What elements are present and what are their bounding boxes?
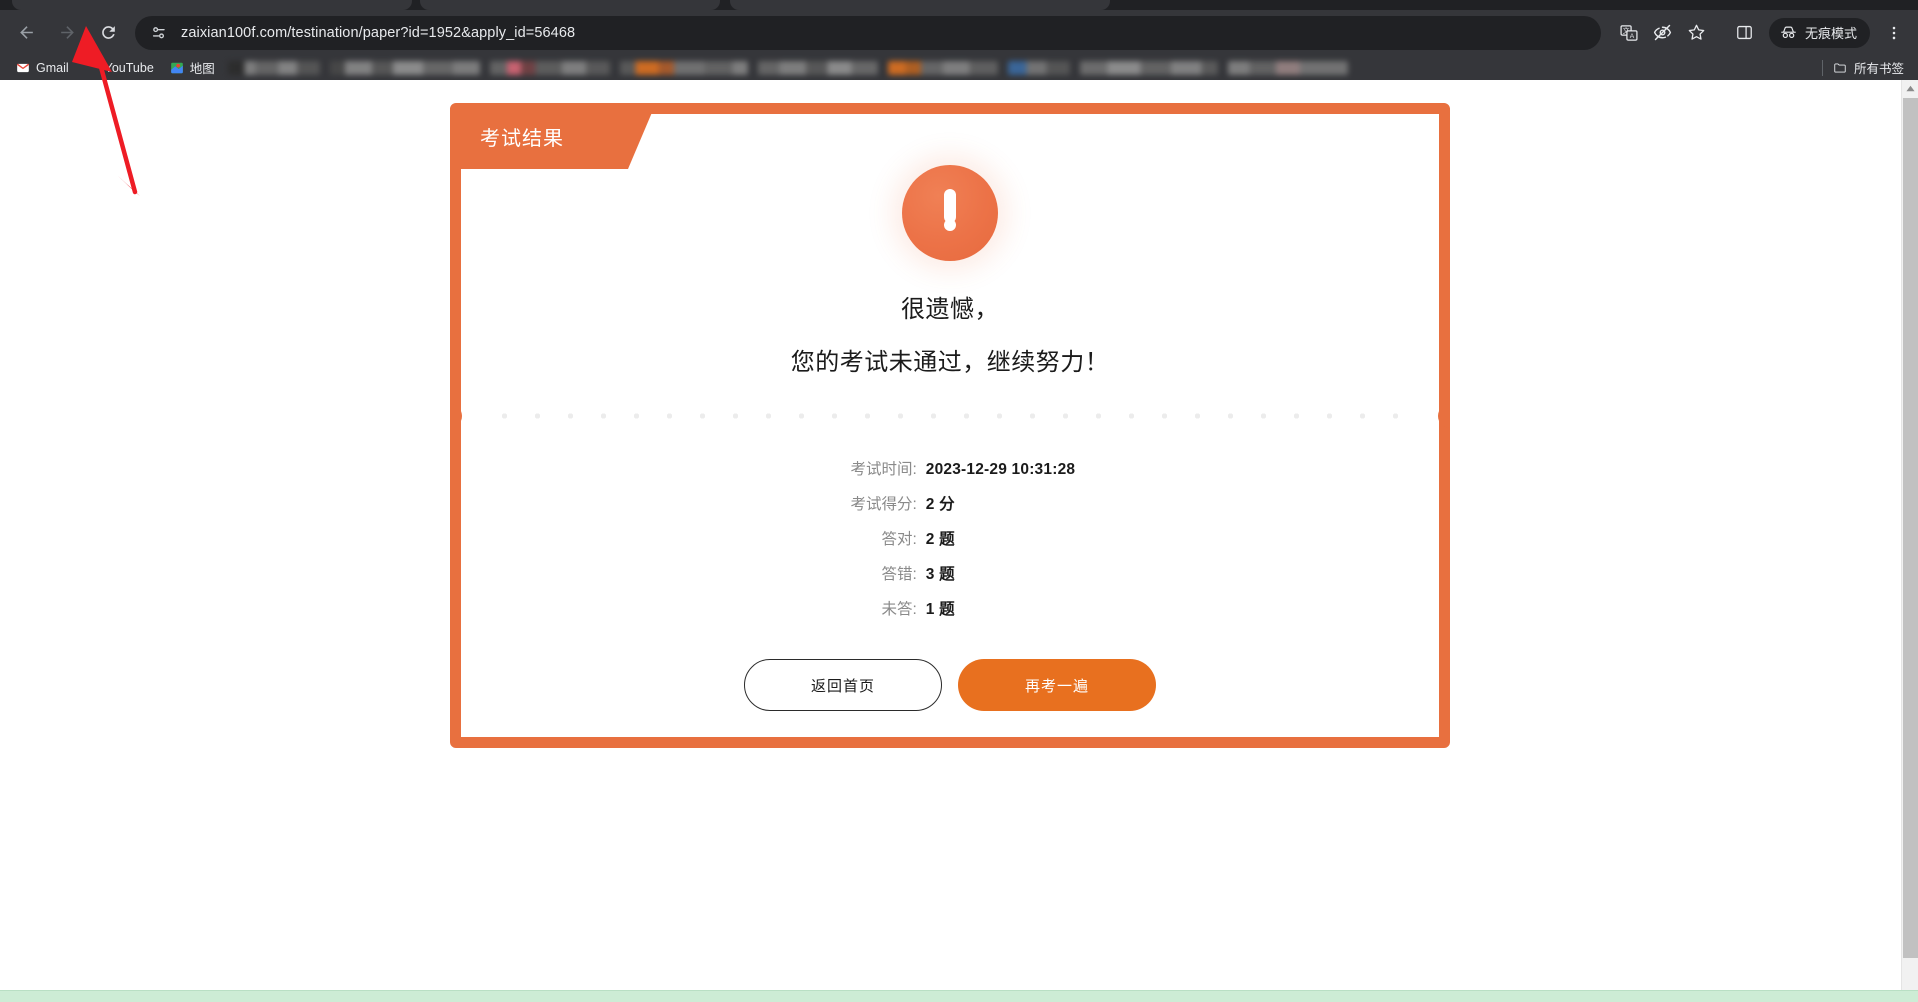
exam-result-card: 考试结果 很遗憾， 您的考试未通过，继续努力！ 考试时间: 2023-12-29… xyxy=(450,103,1450,748)
scrollbar-up-button[interactable] xyxy=(1902,80,1918,97)
star-icon xyxy=(1689,24,1705,40)
page-title: 考试结果 xyxy=(480,127,564,150)
card-body: 很遗憾， 您的考试未通过，继续努力！ 考试时间: 2023-12-29 10:3… xyxy=(461,159,1439,737)
browser-toolbar: zaixian100f.com/testination/paper?id=195… xyxy=(0,10,1918,55)
translate-button[interactable]: 文 A xyxy=(1613,17,1645,49)
result-message-line2: 您的考试未通过，继续努力！ xyxy=(790,349,1110,376)
stat-label: 答对: xyxy=(881,531,917,548)
incognito-label: 无痕模式 xyxy=(1804,26,1857,41)
bookmarks-divider xyxy=(1821,59,1823,76)
google-maps-icon xyxy=(170,62,183,73)
back-arrow-icon xyxy=(19,26,33,39)
stat-row: 考试得分: 2 分 xyxy=(825,492,1075,514)
scrollbar-thumb[interactable] xyxy=(1903,98,1918,958)
incognito-indicator[interactable]: 无痕模式 xyxy=(1768,17,1870,48)
bookmark-redacted[interactable] xyxy=(227,60,320,75)
bookmark-redacted[interactable] xyxy=(489,60,610,75)
bookmark-redacted[interactable] xyxy=(757,60,878,75)
bookmark-gmail[interactable]: Gmail xyxy=(8,57,77,79)
tab-stub[interactable] xyxy=(420,0,720,10)
all-bookmarks-button[interactable]: 所有书签 xyxy=(1833,58,1918,77)
stat-label: 未答: xyxy=(881,601,917,618)
tab-stub[interactable] xyxy=(12,0,412,10)
all-bookmarks-label: 所有书签 xyxy=(1853,62,1904,76)
side-panel-button[interactable] xyxy=(1729,17,1761,49)
bookmarks-bar: Gmail YouTube 地图 所有书签 xyxy=(0,55,1918,80)
three-dot-menu-icon xyxy=(1892,26,1896,39)
translate-icon: 文 A xyxy=(1620,24,1638,41)
stat-row: 答对: 2 题 xyxy=(825,527,1075,549)
site-settings-icon[interactable] xyxy=(149,23,169,43)
divider-notch-right xyxy=(1438,404,1450,428)
incognito-hat-icon xyxy=(1781,26,1796,39)
reload-icon xyxy=(101,26,115,39)
bookmark-button[interactable] xyxy=(1681,17,1713,49)
tab-stub[interactable] xyxy=(730,0,1110,10)
side-panel-icon xyxy=(1737,25,1753,40)
exclamation-dot xyxy=(944,219,956,231)
stat-value: 2 分 xyxy=(925,496,955,513)
bookmark-label: 地图 xyxy=(189,62,215,76)
stat-label: 考试时间: xyxy=(850,461,917,478)
url-text: zaixian100f.com/testination/paper?id=195… xyxy=(181,24,576,41)
back-to-home-button[interactable]: 返回首页 xyxy=(744,659,942,711)
address-bar[interactable]: zaixian100f.com/testination/paper?id=195… xyxy=(135,15,1601,50)
exam-stats-list: 考试时间: 2023-12-29 10:31:28 考试得分: 2 分 答对: … xyxy=(825,457,1075,619)
back-button[interactable] xyxy=(9,16,43,50)
bookmark-redacted[interactable] xyxy=(1007,60,1070,75)
stat-row: 考试时间: 2023-12-29 10:31:28 xyxy=(825,457,1075,479)
result-message-line1: 很遗憾， xyxy=(901,296,999,323)
stat-value: 2023-12-29 10:31:28 xyxy=(925,461,1076,478)
folder-icon xyxy=(1834,62,1846,73)
bookmark-maps[interactable]: 地图 xyxy=(162,57,223,79)
stat-value: 3 题 xyxy=(925,566,955,583)
toolbar-actions: 文 A 无痕模式 xyxy=(1613,17,1918,49)
browser-chrome: zaixian100f.com/testination/paper?id=195… xyxy=(0,0,1918,80)
stat-label: 答错: xyxy=(881,566,917,583)
stat-label: 考试得分: xyxy=(850,496,917,513)
page-scrollbar[interactable] xyxy=(1901,80,1918,1002)
bookmark-label: Gmail xyxy=(36,60,69,75)
perforated-divider xyxy=(450,404,1450,428)
stat-row: 未答: 1 题 xyxy=(825,597,1075,619)
bookmark-redacted[interactable] xyxy=(1227,60,1348,75)
retake-exam-button[interactable]: 再考一遍 xyxy=(958,659,1156,711)
bookmark-redacted[interactable] xyxy=(329,60,480,75)
page-content: 考试结果 很遗憾， 您的考试未通过，继续努力！ 考试时间: 2023-12-29… xyxy=(0,80,1901,1002)
exclamation-stem xyxy=(944,189,956,223)
stat-value: 1 题 xyxy=(925,601,955,618)
tab-strip xyxy=(0,0,1918,10)
youtube-icon xyxy=(85,61,99,75)
action-buttons: 返回首页 再考一遍 xyxy=(744,659,1156,711)
gmail-icon xyxy=(17,63,29,72)
tracking-protection-button[interactable] xyxy=(1647,17,1679,49)
stat-row: 答错: 3 题 xyxy=(825,562,1075,584)
stat-value: 2 题 xyxy=(925,531,955,548)
eye-slash-icon xyxy=(1654,24,1672,41)
reload-button[interactable] xyxy=(91,16,125,50)
browser-menu-button[interactable] xyxy=(1878,17,1910,49)
bookmark-youtube[interactable]: YouTube xyxy=(77,57,162,79)
bookmark-redacted[interactable] xyxy=(887,60,998,75)
svg-text:A: A xyxy=(1630,33,1635,40)
page-viewport: 考试结果 很遗憾， 您的考试未通过，继续努力！ 考试时间: 2023-12-29… xyxy=(0,80,1918,1002)
divider-dots xyxy=(488,413,1412,419)
bookmark-label: YouTube xyxy=(104,60,154,75)
forward-button[interactable] xyxy=(50,16,84,50)
chevron-up-icon xyxy=(1906,85,1915,92)
exclamation-circle-icon xyxy=(902,165,998,261)
bookmark-redacted[interactable] xyxy=(1079,60,1218,75)
divider-notch-left xyxy=(450,404,462,428)
bookmark-redacted[interactable] xyxy=(619,60,748,75)
forward-arrow-icon xyxy=(60,26,74,39)
bottom-green-band xyxy=(0,990,1918,1002)
